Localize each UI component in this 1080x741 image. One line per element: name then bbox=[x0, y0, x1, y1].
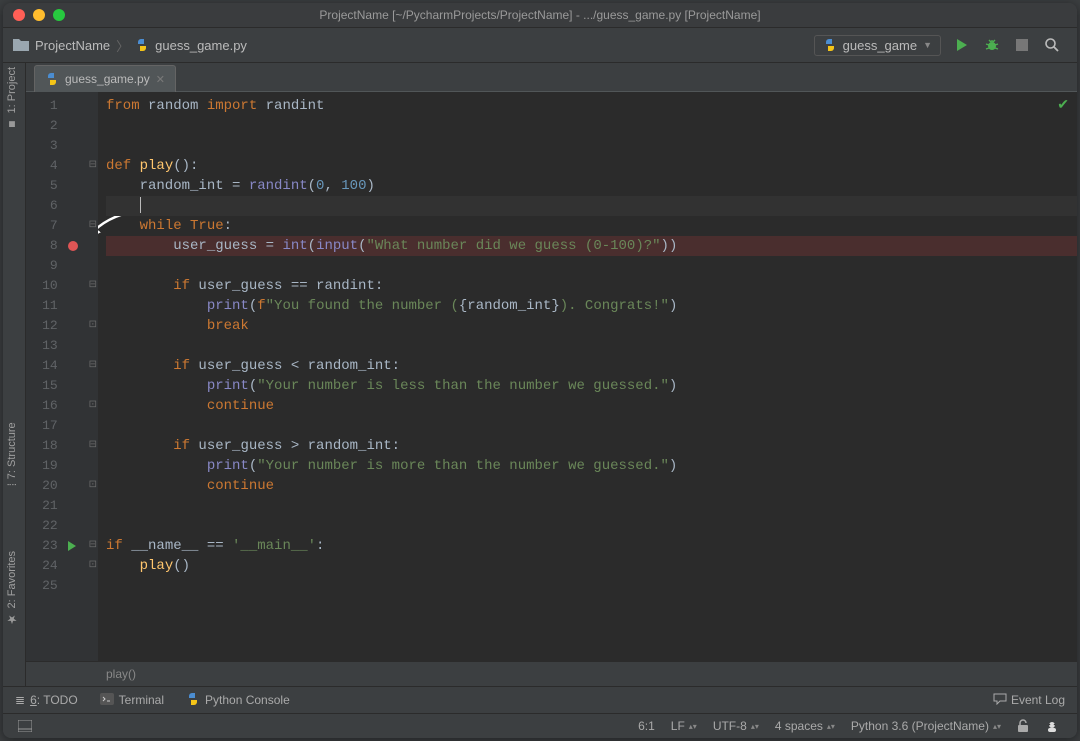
list-icon: ≣ bbox=[15, 693, 25, 707]
tool-project-button[interactable]: ■ 1: Project bbox=[5, 67, 19, 131]
cursor-position[interactable]: 6:1 bbox=[638, 719, 655, 733]
run-config-selector[interactable]: guess_game ▼ bbox=[814, 35, 941, 56]
gutter-markers[interactable] bbox=[64, 92, 88, 661]
structure-icon: ⁞ bbox=[5, 483, 19, 486]
window-controls bbox=[13, 9, 65, 21]
run-config-name: guess_game bbox=[843, 38, 917, 53]
window-title: ProjectName [~/PycharmProjects/ProjectNa… bbox=[3, 8, 1077, 22]
minimize-window-button[interactable] bbox=[33, 9, 45, 21]
tool-favorites-button[interactable]: ★ 2: Favorites bbox=[5, 551, 19, 626]
navigation-toolbar: ProjectName 〉 guess_game.py guess_game ▼ bbox=[3, 28, 1077, 63]
body-area: ■ 1: Project ⁞ 7: Structure ★ 2: Favorit… bbox=[3, 63, 1077, 686]
read-only-toggle[interactable] bbox=[1017, 719, 1029, 733]
inspector-icon bbox=[1045, 719, 1059, 733]
editor[interactable]: ✔ 12345678910111213141516171819202122232… bbox=[26, 92, 1077, 661]
stop-button[interactable] bbox=[1013, 36, 1031, 54]
line-separator-selector[interactable]: LF▴▾ bbox=[671, 719, 697, 733]
maximize-window-button[interactable] bbox=[53, 9, 65, 21]
status-bar: 6:1 LF▴▾ UTF-8▴▾ 4 spaces▴▾ Python 3.6 (… bbox=[3, 713, 1077, 738]
crumb-footer-text: play() bbox=[106, 667, 136, 681]
python-file-icon bbox=[135, 38, 149, 52]
run-button[interactable] bbox=[953, 36, 971, 54]
breakpoint-marker[interactable] bbox=[68, 241, 78, 251]
tool-window-toggle[interactable] bbox=[13, 720, 37, 732]
fold-bar[interactable]: ⊟⊟⊟⊡⊟⊡⊟⊡⊟⊡ bbox=[88, 92, 98, 661]
editor-column: guess_game.py ✕ ✔ 1234567891011121314151… bbox=[26, 63, 1077, 686]
tool-todo-button[interactable]: ≣ 6: TODO bbox=[15, 693, 78, 707]
ide-window: ProjectName [~/PycharmProjects/ProjectNa… bbox=[3, 3, 1077, 738]
python-file-icon bbox=[45, 72, 59, 86]
inspector-widget[interactable] bbox=[1045, 719, 1059, 733]
search-everywhere-button[interactable] bbox=[1043, 36, 1061, 54]
tool-terminal-button[interactable]: Terminal bbox=[100, 693, 164, 708]
bottom-tool-row: ≣ 6: TODO Terminal Python Console Event … bbox=[3, 686, 1077, 713]
breadcrumb-separator: 〉 bbox=[116, 36, 129, 55]
tool-structure-button[interactable]: ⁞ 7: Structure bbox=[5, 422, 19, 486]
editor-tab[interactable]: guess_game.py ✕ bbox=[34, 65, 176, 92]
terminal-icon bbox=[100, 693, 114, 708]
event-log-button[interactable]: Event Log bbox=[993, 693, 1065, 708]
breadcrumb-project[interactable]: ProjectName bbox=[35, 38, 110, 53]
editor-tab-label: guess_game.py bbox=[65, 72, 150, 86]
chevron-down-icon: ▼ bbox=[923, 40, 932, 50]
updown-icon: ▴▾ bbox=[827, 722, 835, 731]
run-line-marker[interactable] bbox=[68, 541, 76, 551]
indent-selector[interactable]: 4 spaces▴▾ bbox=[775, 719, 835, 733]
play-icon bbox=[957, 39, 967, 51]
updown-icon: ▴▾ bbox=[993, 722, 1001, 731]
updown-icon: ▴▾ bbox=[751, 722, 759, 731]
line-numbers: 1234567891011121314151617181920212223242… bbox=[26, 92, 64, 661]
editor-tabs: guess_game.py ✕ bbox=[26, 63, 1077, 92]
left-tool-stripe: ■ 1: Project ⁞ 7: Structure ★ 2: Favorit… bbox=[3, 63, 26, 686]
titlebar: ProjectName [~/PycharmProjects/ProjectNa… bbox=[3, 3, 1077, 28]
close-tab-button[interactable]: ✕ bbox=[156, 73, 165, 86]
breadcrumb-file[interactable]: guess_game.py bbox=[155, 38, 247, 53]
search-icon bbox=[1044, 37, 1060, 53]
close-window-button[interactable] bbox=[13, 9, 25, 21]
speech-bubble-icon bbox=[993, 693, 1007, 708]
folder-icon: ■ bbox=[5, 117, 19, 131]
python-file-icon bbox=[823, 38, 837, 52]
folder-icon bbox=[13, 37, 29, 54]
editor-breadcrumb-footer[interactable]: play() bbox=[26, 661, 1077, 686]
bug-icon bbox=[984, 37, 1000, 53]
encoding-selector[interactable]: UTF-8▴▾ bbox=[713, 719, 759, 733]
tool-python-console-button[interactable]: Python Console bbox=[186, 692, 290, 709]
stop-icon bbox=[1016, 39, 1028, 51]
lock-icon bbox=[1017, 719, 1029, 733]
breadcrumb: ProjectName 〉 guess_game.py bbox=[13, 36, 814, 55]
debug-button[interactable] bbox=[983, 36, 1001, 54]
star-icon: ★ bbox=[5, 612, 19, 626]
updown-icon: ▴▾ bbox=[689, 722, 697, 731]
editor-gutter[interactable]: 1234567891011121314151617181920212223242… bbox=[26, 92, 98, 661]
interpreter-selector[interactable]: Python 3.6 (ProjectName)▴▾ bbox=[851, 719, 1001, 733]
python-icon bbox=[186, 692, 200, 709]
layout-icon bbox=[18, 720, 32, 732]
code-area[interactable]: from random import randintdef play(): ra… bbox=[98, 92, 1077, 661]
run-actions bbox=[953, 36, 1061, 54]
